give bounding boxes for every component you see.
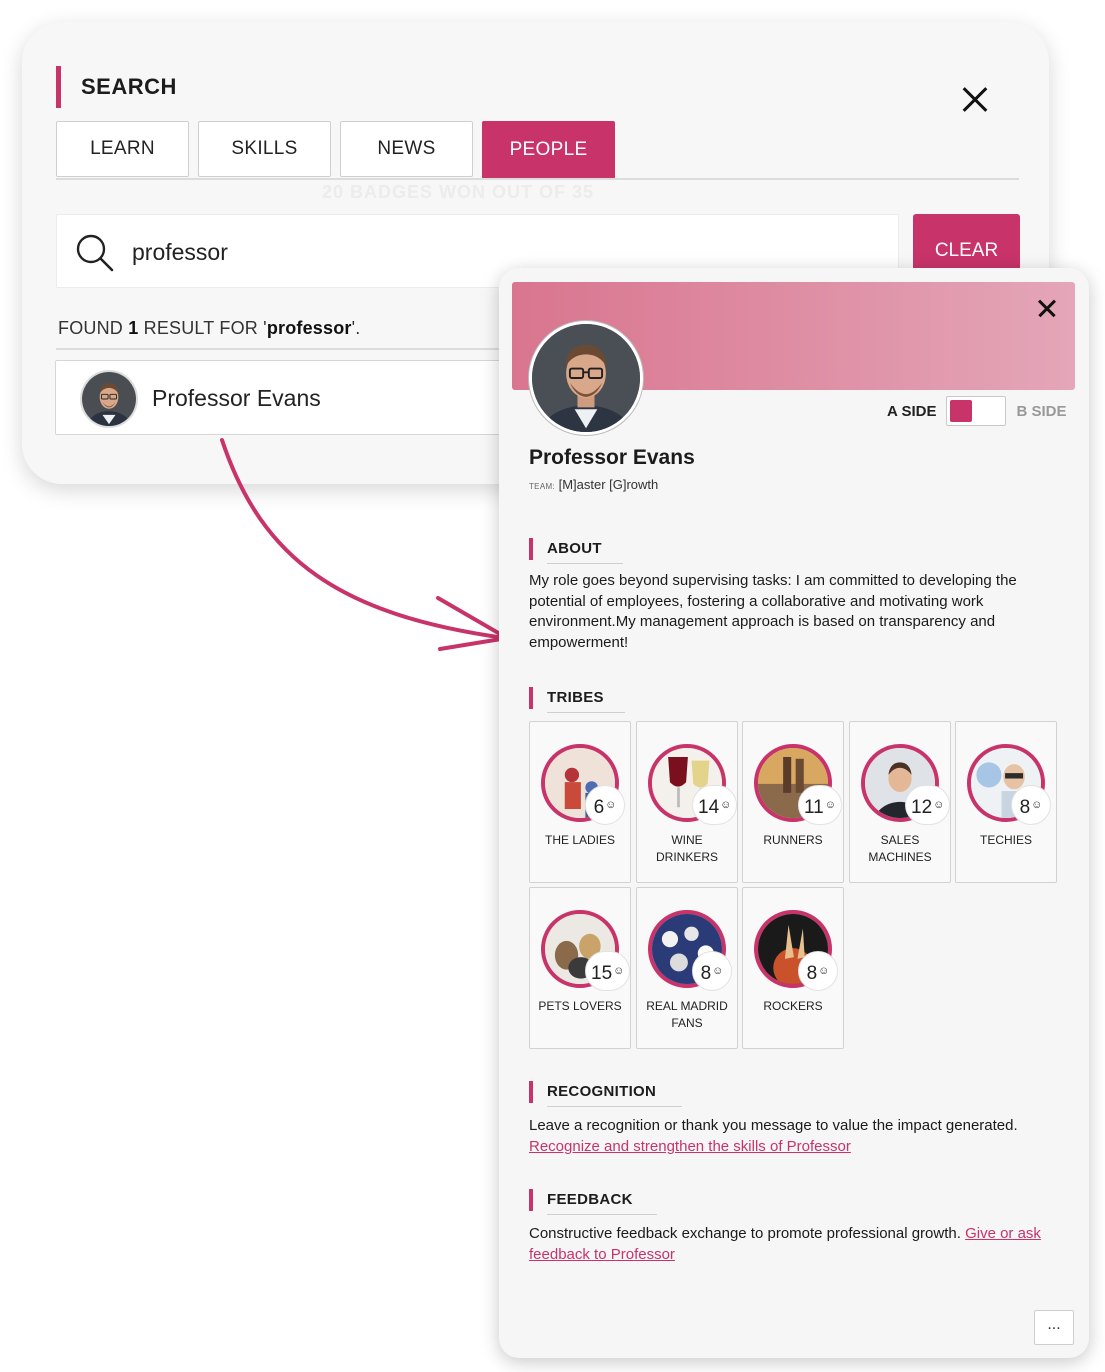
tribe-member-count: 8☺: [692, 951, 732, 991]
tribe-name: THE LADIES: [544, 833, 616, 847]
tribe-card[interactable]: 14☺ WINE DRINKERS: [636, 721, 738, 883]
avatar: [529, 321, 643, 435]
tribe-member-count: 15☺: [585, 951, 631, 991]
results-divider: [56, 348, 556, 350]
side-a-label[interactable]: A SIDE: [887, 403, 936, 420]
user-icon: ☺: [824, 799, 836, 811]
profile-name: Professor Evans: [529, 446, 695, 469]
results-middle: RESULT FOR ': [138, 318, 267, 338]
side-b-label[interactable]: B SIDE: [1016, 403, 1066, 420]
about-heading: ABOUT: [529, 538, 623, 564]
tribe-member-count: 12☺: [905, 785, 951, 825]
tab-news[interactable]: NEWS: [340, 121, 473, 177]
user-icon: ☺: [818, 965, 830, 977]
tribe-count-value: 15: [591, 963, 613, 984]
tab-skills[interactable]: SKILLS: [198, 121, 331, 177]
tribe-name: TECHIES: [979, 833, 1032, 847]
tribe-card[interactable]: 15☺ PETS LOVERS: [529, 887, 631, 1049]
tribe-name: SALES MACHINES: [868, 833, 932, 864]
about-text: My role goes beyond supervising tasks: I…: [529, 572, 1017, 651]
tribe-count-value: 8: [806, 963, 818, 984]
tribe-member-count: 14☺: [692, 785, 738, 825]
team-value: [M]aster [G]rowth: [558, 477, 659, 492]
user-icon: ☺: [712, 965, 724, 977]
recognition-description: Leave a recognition or thank you message…: [529, 1117, 1018, 1134]
user-icon: ☺: [1031, 799, 1043, 811]
tabs-divider: [56, 178, 1019, 180]
tribes-heading: TRIBES: [529, 687, 625, 713]
more-button[interactable]: ...: [1034, 1310, 1074, 1345]
close-icon[interactable]: [1034, 295, 1060, 321]
close-icon[interactable]: [958, 82, 992, 116]
side-toggle[interactable]: [946, 396, 1007, 426]
tribe-count-value: 8: [1019, 797, 1031, 818]
tribe-member-count: 8☺: [798, 951, 838, 991]
tribe-card[interactable]: 8☺ TECHIES: [955, 721, 1057, 883]
tribe-name: PETS LOVERS: [538, 999, 622, 1013]
search-query[interactable]: professor: [132, 215, 228, 289]
result-name: Professor Evans: [152, 385, 321, 411]
feedback-text: Constructive feedback exchange to promot…: [529, 1223, 1059, 1265]
tribe-count-value: 11: [804, 797, 824, 818]
tribe-member-count: 8☺: [1011, 785, 1051, 825]
feedback-heading: FEEDBACK: [529, 1189, 657, 1215]
search-tabs: LEARN SKILLS NEWS PEOPLE: [56, 121, 615, 179]
recognition-heading: RECOGNITION: [529, 1081, 683, 1107]
tab-people[interactable]: PEOPLE: [482, 121, 615, 179]
team-label: TEAM:: [529, 482, 555, 491]
profile-team: TEAM: [M]aster [G]rowth: [529, 477, 658, 492]
tribe-card[interactable]: 6☺ THE LADIES: [529, 721, 631, 883]
tribe-card[interactable]: 11☺ RUNNERS: [742, 721, 844, 883]
tribe-name: RUNNERS: [763, 833, 823, 847]
search-icon: [76, 234, 114, 272]
side-switch: A SIDE B SIDE: [887, 396, 1066, 426]
search-title: SEARCH: [56, 66, 177, 108]
tribe-count-value: 14: [698, 797, 720, 818]
tribe-member-count: 6☺: [585, 785, 625, 825]
tribe-count-value: 6: [593, 797, 605, 818]
background-ghost-text: 20 BADGES WON OUT OF 35: [322, 182, 595, 202]
tribe-name: WINE DRINKERS: [655, 833, 718, 864]
user-icon: ☺: [613, 965, 625, 977]
user-icon: ☺: [933, 799, 945, 811]
tribe-name: ROCKERS: [763, 999, 823, 1013]
tribe-member-count: 11☺: [798, 785, 842, 825]
profile-card: A SIDE B SIDE Professor Evans TEAM: [M]a…: [499, 268, 1089, 1358]
tab-learn[interactable]: LEARN: [56, 121, 189, 177]
results-count: 1: [128, 318, 139, 338]
results-prefix: FOUND: [58, 318, 129, 338]
tribe-card[interactable]: 12☺ SALES MACHINES: [849, 721, 951, 883]
avatar: [80, 370, 138, 428]
feedback-description: Constructive feedback exchange to promot…: [529, 1225, 966, 1242]
tribe-card[interactable]: 8☺ REAL MADRID FANS: [636, 887, 738, 1049]
results-summary: FOUND 1 RESULT FOR 'professor'.: [58, 318, 360, 339]
tribe-name: REAL MADRID FANS: [646, 999, 728, 1030]
results-suffix: '.: [351, 318, 361, 338]
search-result-item[interactable]: Professor Evans: [55, 360, 535, 435]
tribe-count-value: 8: [700, 963, 712, 984]
tribe-card[interactable]: 8☺ ROCKERS: [742, 887, 844, 1049]
results-term: professor: [266, 318, 352, 338]
recognition-link[interactable]: Recognize and strengthen the skills of P…: [529, 1138, 851, 1155]
toggle-knob: [950, 400, 973, 422]
user-icon: ☺: [605, 799, 617, 811]
tribe-count-value: 12: [911, 797, 933, 818]
recognition-text: Leave a recognition or thank you message…: [529, 1115, 1059, 1157]
user-icon: ☺: [720, 799, 732, 811]
